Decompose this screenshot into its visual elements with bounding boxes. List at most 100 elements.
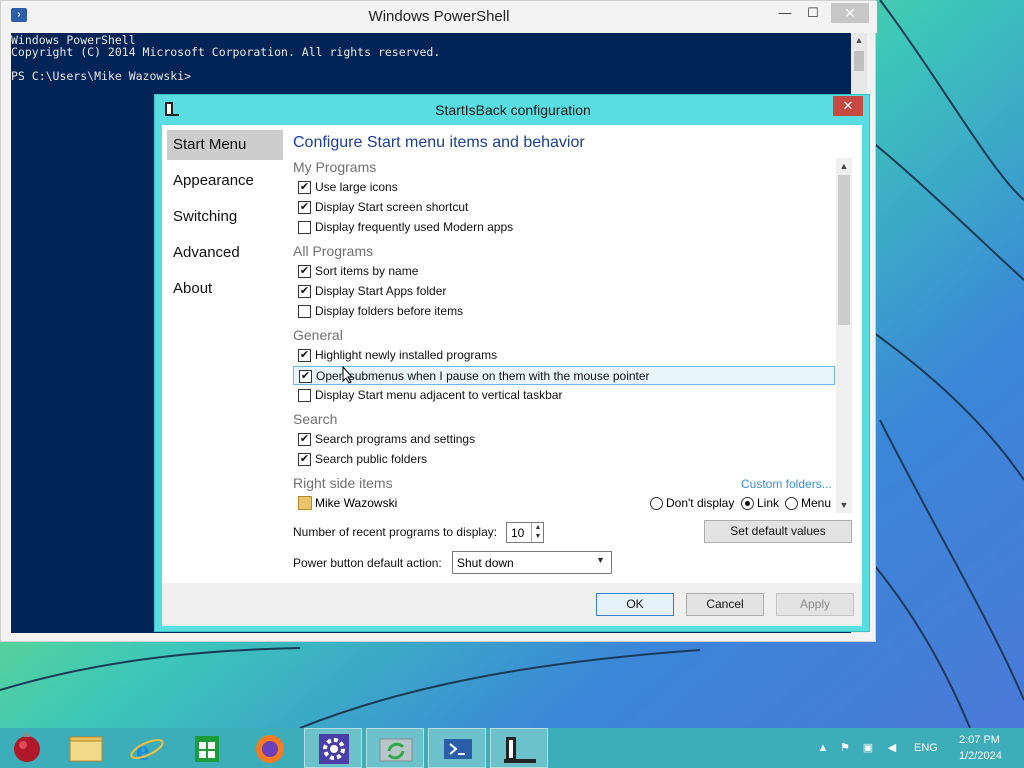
sync-icon[interactable] xyxy=(366,728,424,768)
radio-dont-display-label[interactable]: Don't display xyxy=(666,496,734,510)
option-search-public-folders[interactable]: ✔ Search public folders xyxy=(293,450,835,469)
option-highlight-new-programs[interactable]: ✔ Highlight newly installed programs xyxy=(293,346,835,365)
start-orb-icon[interactable] xyxy=(0,728,58,768)
scrollbar-thumb[interactable] xyxy=(854,51,864,71)
radio-link[interactable] xyxy=(741,497,754,510)
checkbox[interactable] xyxy=(298,389,311,402)
scroll-down-arrow-icon[interactable]: ▼ xyxy=(836,497,852,513)
volume-muted-icon[interactable]: ◀ xyxy=(886,742,898,754)
section-right-side-items: Right side items xyxy=(293,475,393,491)
nav-item-switching[interactable]: Switching xyxy=(167,202,283,232)
scroll-up-arrow-icon[interactable]: ▲ xyxy=(851,35,867,49)
custom-folders-link[interactable]: Custom folders... xyxy=(741,477,832,491)
recent-programs-stepper[interactable]: 10 ▲ ▼ xyxy=(506,522,544,543)
powershell-icon[interactable] xyxy=(428,728,486,768)
store-icon[interactable] xyxy=(178,728,236,768)
option-folders-before-items[interactable]: Display folders before items xyxy=(293,302,835,321)
checkbox[interactable] xyxy=(298,221,311,234)
option-sort-by-name[interactable]: ✔ Sort items by name xyxy=(293,262,835,281)
firefox-icon[interactable] xyxy=(240,728,298,768)
file-explorer-icon[interactable] xyxy=(58,728,116,768)
option-frequent-modern-apps[interactable]: Display frequently used Modern apps xyxy=(293,218,835,237)
option-label: Use large icons xyxy=(315,180,398,194)
recent-programs-value[interactable]: 10 xyxy=(511,526,524,540)
power-button-label: Power button default action: xyxy=(293,556,442,570)
action-center-flag-icon[interactable]: ⚑ xyxy=(839,742,851,754)
console-prompt: PS C:\Users\Mike Wazowski> xyxy=(11,69,192,83)
option-start-apps-folder[interactable]: ✔ Display Start Apps folder xyxy=(293,282,835,301)
scroll-up-arrow-icon[interactable]: ▲ xyxy=(836,158,852,174)
network-icon[interactable]: ▣ xyxy=(862,742,874,754)
chevron-down-icon: ▼ xyxy=(596,555,605,565)
user-folder-icon xyxy=(298,496,312,510)
option-label: Sort items by name xyxy=(315,264,419,278)
right-side-item-name: Mike Wazowski xyxy=(315,496,398,510)
startisback-icon[interactable] xyxy=(490,728,548,768)
minimize-button[interactable]: — xyxy=(771,3,799,23)
option-label: Display frequently used Modern apps xyxy=(315,220,514,234)
language-indicator[interactable]: ENG xyxy=(914,742,938,754)
checkbox[interactable]: ✔ xyxy=(298,265,311,278)
option-label: Display Start Apps folder xyxy=(315,284,447,298)
option-use-large-icons[interactable]: ✔ Use large icons xyxy=(293,178,835,197)
powershell-title: Windows PowerShell xyxy=(368,8,510,25)
checkbox[interactable]: ✔ xyxy=(299,370,312,383)
cancel-button[interactable]: Cancel xyxy=(686,593,764,616)
ok-button[interactable]: OK xyxy=(596,593,674,616)
radio-menu[interactable] xyxy=(785,497,798,510)
checkbox[interactable]: ✔ xyxy=(298,349,311,362)
option-open-submenus-on-hover[interactable]: ✔ Open submenus when I pause on them with… xyxy=(293,366,835,385)
stepper-arrows-icon[interactable]: ▲ ▼ xyxy=(531,523,544,542)
option-search-programs-settings[interactable]: ✔ Search programs and settings xyxy=(293,430,835,449)
power-button-value: Shut down xyxy=(457,556,514,570)
clock-time[interactable]: 2:07 PM xyxy=(959,734,1000,746)
option-start-screen-shortcut[interactable]: ✔ Display Start screen shortcut xyxy=(293,198,835,217)
power-button-select[interactable]: Shut down ▼ xyxy=(452,551,612,574)
dialog-content-panel: Start Menu Appearance Switching Advanced… xyxy=(162,125,862,583)
checkbox[interactable] xyxy=(298,305,311,318)
show-hidden-icons-icon[interactable]: ▲ xyxy=(817,742,829,754)
options-scrollbar[interactable]: ▲ ▼ xyxy=(836,158,852,513)
checkbox[interactable]: ✔ xyxy=(298,285,311,298)
page-heading: Configure Start menu items and behavior xyxy=(293,134,585,151)
settings-gear-icon[interactable] xyxy=(304,728,362,768)
radio-link-label[interactable]: Link xyxy=(757,496,779,510)
console-line: Copyright (C) 2014 Microsoft Corporation… xyxy=(11,45,441,59)
mouse-cursor-icon xyxy=(342,366,354,384)
set-default-values-button[interactable]: Set default values xyxy=(704,520,852,543)
maximize-button[interactable]: ☐ xyxy=(799,3,827,23)
section-my-programs: My Programs xyxy=(293,159,377,175)
radio-menu-label[interactable]: Menu xyxy=(801,496,831,510)
checkbox[interactable]: ✔ xyxy=(298,201,311,214)
section-general: General xyxy=(293,327,343,343)
recent-programs-label: Number of recent programs to display: xyxy=(293,525,498,539)
nav-item-start-menu[interactable]: Start Menu xyxy=(167,130,283,160)
radio-dont-display[interactable] xyxy=(650,497,663,510)
dialog-title: StartIsBack configuration xyxy=(435,102,591,118)
option-label: Display folders before items xyxy=(315,304,464,318)
option-label: Open submenus when I pause on them with … xyxy=(316,369,650,383)
nav-item-about[interactable]: About xyxy=(167,274,283,304)
section-all-programs: All Programs xyxy=(293,243,374,259)
apply-button[interactable]: Apply xyxy=(776,593,854,616)
option-label: Search public folders xyxy=(315,452,428,466)
dialog-close-button[interactable]: ✕ xyxy=(833,96,863,116)
checkbox[interactable]: ✔ xyxy=(298,181,311,194)
taskbar: e ▲ ⚑ ▣ ◀ ENG 2:07 PM 1/2/2024 xyxy=(0,728,1024,768)
scrollbar-thumb[interactable] xyxy=(838,175,850,325)
checkbox[interactable]: ✔ xyxy=(298,433,311,446)
clock-date[interactable]: 1/2/2024 xyxy=(959,750,1002,762)
powershell-titlebar[interactable]: › Windows PowerShell — ☐ ✕ xyxy=(1,1,877,33)
dialog-client-area: Start Menu Appearance Switching Advanced… xyxy=(162,125,862,626)
startisback-dialog: StartIsBack configuration ✕ Start Menu A… xyxy=(154,94,870,632)
section-search: Search xyxy=(293,411,338,427)
internet-explorer-icon[interactable]: e xyxy=(118,728,176,768)
close-button[interactable]: ✕ xyxy=(831,3,869,23)
option-label: Display Start screen shortcut xyxy=(315,200,469,214)
nav-item-appearance[interactable]: Appearance xyxy=(167,166,283,196)
svg-text:e: e xyxy=(136,734,149,767)
option-label: Highlight newly installed programs xyxy=(315,348,498,362)
nav-item-advanced[interactable]: Advanced xyxy=(167,238,283,268)
option-adjacent-vertical-taskbar[interactable]: Display Start menu adjacent to vertical … xyxy=(293,386,835,405)
checkbox[interactable]: ✔ xyxy=(298,453,311,466)
